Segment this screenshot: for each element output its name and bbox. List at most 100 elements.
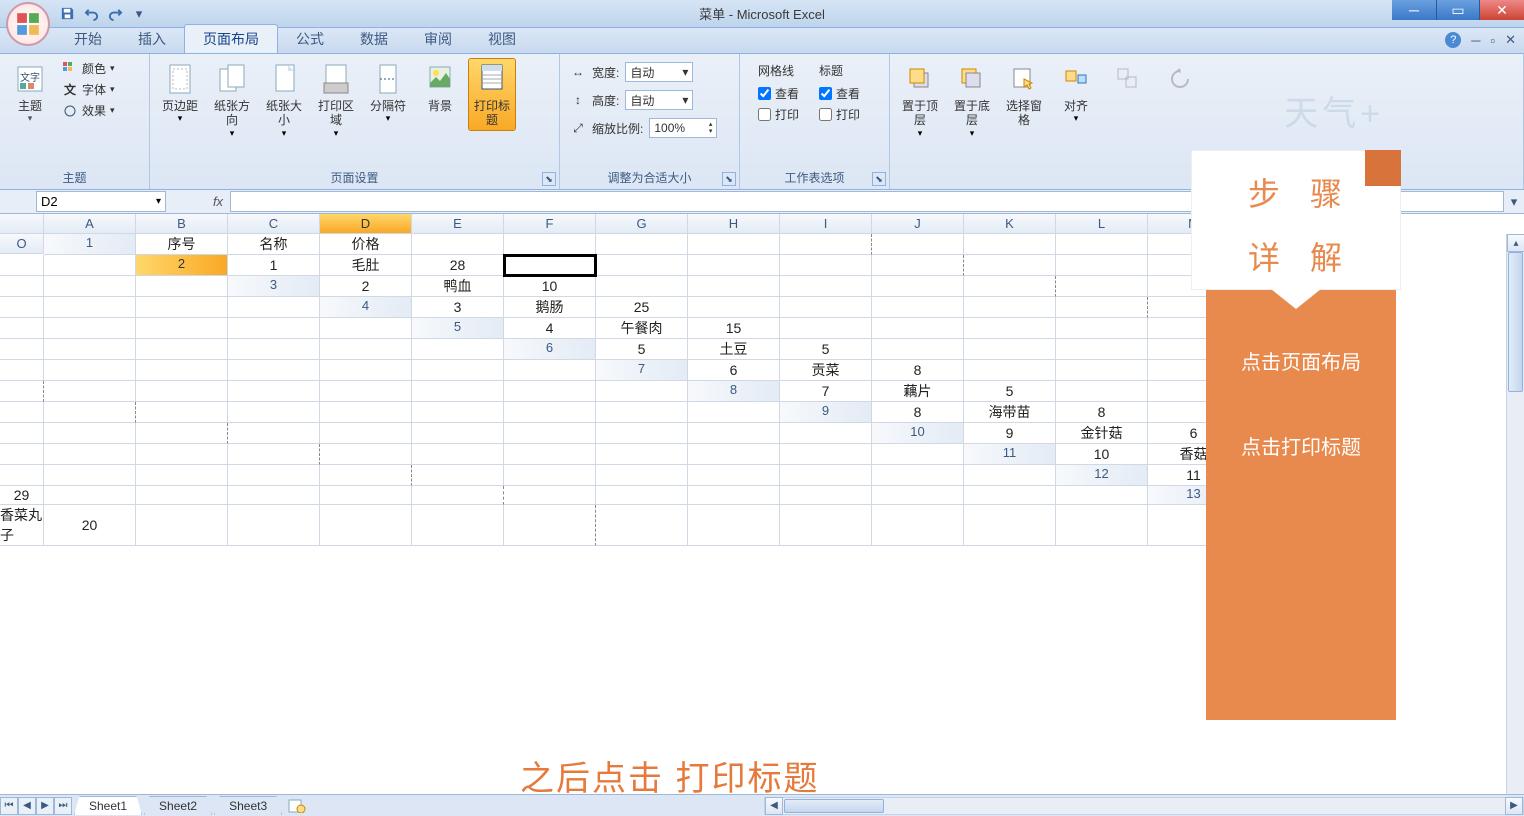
cell[interactable] [228,465,320,486]
cell[interactable]: 10 [504,276,596,297]
cell[interactable] [688,297,780,318]
cell[interactable] [320,339,412,360]
scroll-thumb[interactable] [1508,252,1523,392]
cell[interactable] [228,423,320,444]
cell[interactable]: 价格 [320,234,412,255]
cell[interactable] [780,444,872,465]
vertical-scrollbar[interactable]: ▴ [1506,234,1524,794]
column-header[interactable]: D [320,214,412,234]
cell[interactable] [504,234,596,255]
cell[interactable] [412,339,504,360]
column-header[interactable]: L [1056,214,1148,234]
cell[interactable] [688,234,780,255]
cell[interactable]: 25 [596,297,688,318]
column-header[interactable]: A [44,214,136,234]
cell[interactable] [872,297,964,318]
cell[interactable] [872,339,964,360]
cell[interactable]: 2 [320,276,412,297]
gridlines-print-checkbox[interactable]: 打印 [758,106,799,123]
cell[interactable] [136,486,228,505]
cell[interactable] [320,360,412,381]
cell[interactable] [596,423,688,444]
cell[interactable]: 午餐肉 [596,318,688,339]
row-header[interactable]: 9 [780,402,872,423]
page-setup-launcher[interactable]: ⬊ [542,172,556,186]
cell[interactable] [136,297,228,318]
cell[interactable] [0,318,44,339]
cell[interactable] [780,465,872,486]
cell[interactable] [228,339,320,360]
cell[interactable] [596,255,688,276]
minimize-ribbon-icon[interactable]: ─ [1471,33,1480,48]
sheet-tab-2[interactable]: Sheet2 [144,796,212,815]
column-header[interactable]: O [0,234,44,254]
cell[interactable] [596,381,688,402]
sheet-tab-3[interactable]: Sheet3 [214,796,282,815]
cell[interactable] [872,505,964,546]
gridlines-view-checkbox[interactable]: 查看 [758,85,799,102]
cell[interactable] [1056,318,1148,339]
theme-colors-button[interactable]: 颜色▾ [62,60,115,77]
cell[interactable] [228,360,320,381]
cell[interactable]: 鹅肠 [504,297,596,318]
cell[interactable]: 28 [412,255,504,276]
row-header[interactable]: 8 [688,381,780,402]
print-titles-button[interactable]: 打印标题 [468,58,516,131]
cell[interactable] [44,402,136,423]
cell[interactable] [0,297,44,318]
name-box[interactable]: D2▾ [36,191,166,212]
cell[interactable] [1056,360,1148,381]
cell[interactable] [780,505,872,546]
cell[interactable] [320,381,412,402]
cell[interactable]: 29 [0,486,44,505]
cell[interactable] [872,255,964,276]
cell[interactable] [504,402,596,423]
cell[interactable] [228,444,320,465]
cell[interactable] [412,423,504,444]
restore-window-icon[interactable]: ▫ [1490,33,1495,48]
cell[interactable] [44,318,136,339]
select-all-corner[interactable] [0,214,44,234]
cell[interactable] [0,423,44,444]
scroll-right-icon[interactable]: ▶ [1505,797,1523,815]
cell[interactable]: 毛肚 [320,255,412,276]
cell[interactable] [44,381,136,402]
cell[interactable] [964,486,1056,505]
cell[interactable] [412,360,504,381]
row-header[interactable]: 12 [1056,465,1148,486]
column-header[interactable]: F [504,214,596,234]
cell[interactable] [1056,505,1148,546]
cell[interactable]: 3 [412,297,504,318]
row-header[interactable]: 4 [320,297,412,318]
cell[interactable] [964,276,1056,297]
cell[interactable] [872,276,964,297]
cell[interactable] [228,318,320,339]
cell[interactable] [412,402,504,423]
cell[interactable] [780,297,872,318]
cell[interactable] [596,486,688,505]
close-workbook-icon[interactable]: ✕ [1505,32,1516,48]
horizontal-scrollbar[interactable]: ◀ ▶ [764,797,1524,815]
cell[interactable] [0,402,44,423]
column-header[interactable]: C [228,214,320,234]
cell[interactable] [964,339,1056,360]
cell[interactable] [872,444,964,465]
cell[interactable] [1056,255,1148,276]
cell[interactable]: 鸭血 [412,276,504,297]
align-button[interactable]: 对齐▾ [1052,58,1100,127]
cell[interactable] [504,423,596,444]
cell[interactable]: 8 [872,360,964,381]
cell[interactable] [1056,381,1148,402]
cell[interactable] [688,444,780,465]
cell[interactable] [872,465,964,486]
cell[interactable] [44,444,136,465]
cell[interactable] [44,255,136,276]
themes-button[interactable]: 文字 主题 ▾ [6,58,54,127]
cell[interactable]: 贡菜 [780,360,872,381]
cell[interactable] [780,234,872,255]
cell[interactable] [780,423,872,444]
selection-pane-button[interactable]: 选择窗格 [1000,58,1048,131]
cell[interactable] [136,318,228,339]
tab-home[interactable]: 开始 [56,25,120,53]
cell[interactable] [0,381,44,402]
